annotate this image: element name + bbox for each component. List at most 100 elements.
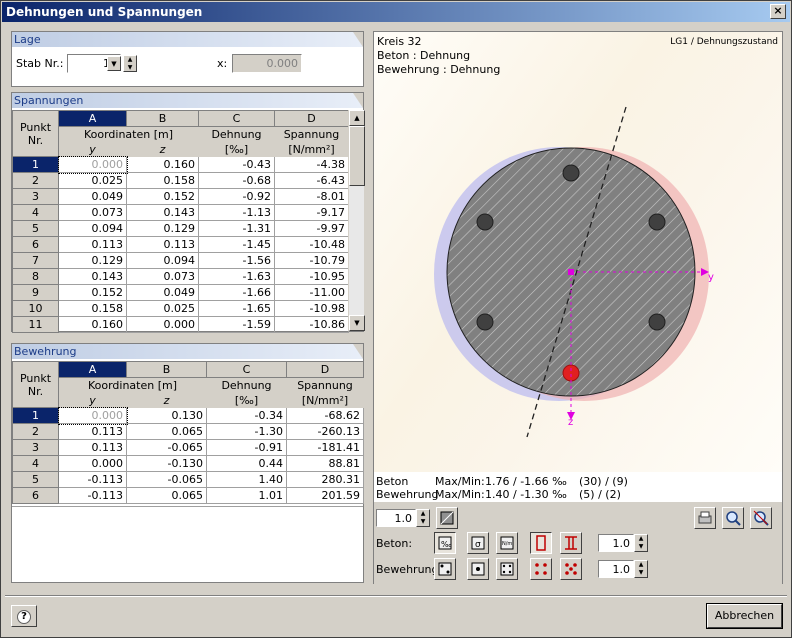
spin-down-icon[interactable]: ▼ — [635, 569, 647, 577]
row-number[interactable]: 3 — [12, 188, 59, 205]
scale-field[interactable]: 1.0 — [376, 509, 416, 527]
table-cell[interactable]: -0.113 — [58, 471, 127, 488]
bew-scale-spinner[interactable]: ▲ ▼ — [634, 560, 648, 578]
stab-dropdown-button[interactable]: ▼ — [107, 56, 121, 71]
beton-ibeam-button[interactable] — [560, 532, 582, 554]
table-cell[interactable]: -1.30 — [206, 423, 287, 440]
row-number[interactable]: 9 — [12, 284, 59, 301]
table-cell[interactable]: 0.113 — [58, 423, 127, 440]
table-cell[interactable]: -1.59 — [198, 316, 275, 333]
table-cell[interactable]: -0.91 — [206, 439, 287, 456]
table-cell[interactable]: 0.113 — [58, 236, 127, 253]
table-row[interactable]: 1 0.000 0.130 -0.34 -68.62 — [12, 406, 364, 425]
col-b-header[interactable]: B — [126, 110, 199, 127]
table-cell[interactable]: -1.66 — [198, 284, 275, 301]
table-row[interactable]: 4 0.073 0.143 -1.13 -9.17 — [12, 204, 349, 221]
table-cell[interactable]: -11.00 — [274, 284, 349, 301]
table-cell[interactable]: 0.025 — [126, 300, 199, 317]
table-row[interactable]: 3 0.113 -0.065 -0.91 -181.41 — [12, 439, 364, 456]
table-cell[interactable]: -6.43 — [274, 172, 349, 189]
col-c-header[interactable]: C — [198, 110, 275, 127]
scale-spinner[interactable]: ▲ ▼ — [416, 509, 430, 527]
row-number[interactable]: 6 — [12, 236, 59, 253]
table-row[interactable]: 8 0.143 0.073 -1.63 -10.95 — [12, 268, 349, 285]
close-button[interactable]: × — [770, 4, 786, 19]
table-row[interactable]: 2 0.113 0.065 -1.30 -260.13 — [12, 423, 364, 440]
bew-values-button[interactable] — [496, 558, 518, 580]
beton-strain-button[interactable]: ‰ — [434, 532, 456, 554]
table-cell[interactable]: -9.97 — [274, 220, 349, 237]
col-a-header[interactable]: A — [58, 361, 127, 378]
table-cell[interactable]: -1.56 — [198, 252, 275, 269]
row-number[interactable]: 11 — [12, 316, 59, 333]
table-cell[interactable]: 0.094 — [58, 220, 127, 237]
graphic-canvas[interactable]: Kreis 32 Beton : Dehnung Bewehrung : Deh… — [374, 32, 782, 472]
spin-up-icon[interactable]: ▲ — [635, 561, 647, 569]
table-cell[interactable]: -0.92 — [198, 188, 275, 205]
beton-scale-field[interactable]: 1.0 — [598, 534, 634, 552]
print-button[interactable] — [694, 507, 716, 529]
table-row[interactable]: 10 0.158 0.025 -1.65 -10.98 — [12, 300, 349, 317]
hatch-toggle-button[interactable] — [436, 507, 458, 529]
table-cell[interactable]: 1.40 — [206, 471, 287, 488]
table-cell[interactable]: 0.000 — [57, 155, 128, 174]
zoom-reset-button[interactable] — [750, 507, 772, 529]
row-number[interactable]: 2 — [12, 423, 59, 440]
table-cell[interactable]: -68.62 — [286, 407, 364, 424]
table-cell[interactable]: -10.48 — [274, 236, 349, 253]
table-row[interactable]: 7 0.129 0.094 -1.56 -10.79 — [12, 252, 349, 269]
table-cell[interactable]: 0.025 — [58, 172, 127, 189]
col-b-header[interactable]: B — [126, 361, 207, 378]
scroll-down-icon[interactable]: ▼ — [349, 315, 365, 331]
bew-grid-button[interactable] — [560, 558, 582, 580]
table-cell[interactable]: -10.95 — [274, 268, 349, 285]
table-row[interactable]: 3 0.049 0.152 -0.92 -8.01 — [12, 188, 349, 205]
table-cell[interactable]: 0.152 — [126, 188, 199, 205]
table-cell[interactable]: 0.049 — [58, 188, 127, 205]
table-row[interactable]: 11 0.160 0.000 -1.59 -10.86 — [12, 316, 349, 333]
table-cell[interactable]: 0.160 — [58, 316, 127, 333]
table-cell[interactable]: 201.59 — [286, 487, 364, 504]
table-cell[interactable]: 0.143 — [58, 268, 127, 285]
beton-stress-button[interactable]: σ — [467, 532, 489, 554]
row-number[interactable]: 3 — [12, 439, 59, 456]
table-cell[interactable]: -0.43 — [198, 156, 275, 173]
beton-scale-spinner[interactable]: ▲ ▼ — [634, 534, 648, 552]
table-cell[interactable]: 88.81 — [286, 455, 364, 472]
col-c-header[interactable]: C — [206, 361, 287, 378]
table-cell[interactable]: 0.073 — [126, 268, 199, 285]
zoom-button[interactable] — [722, 507, 744, 529]
table-cell[interactable]: -0.065 — [126, 471, 207, 488]
scroll-thumb[interactable] — [349, 126, 365, 186]
scroll-up-icon[interactable]: ▲ — [349, 110, 365, 126]
table-cell[interactable]: 0.44 — [206, 455, 287, 472]
table-cell[interactable]: 0.000 — [58, 455, 127, 472]
table-row[interactable]: 5 0.094 0.129 -1.31 -9.97 — [12, 220, 349, 237]
spin-down-icon[interactable]: ▼ — [124, 64, 136, 72]
row-number[interactable]: 5 — [12, 220, 59, 237]
table-row[interactable]: 4 0.000 -0.130 0.44 88.81 — [12, 455, 364, 472]
table-cell[interactable]: 0.129 — [58, 252, 127, 269]
table-row[interactable]: 6 -0.113 0.065 1.01 201.59 — [12, 487, 364, 504]
row-number[interactable]: 4 — [12, 455, 59, 472]
table-cell[interactable]: 0.143 — [126, 204, 199, 221]
table-cell[interactable]: 0.065 — [126, 423, 207, 440]
table-cell[interactable]: -0.113 — [58, 487, 127, 504]
table-cell[interactable]: 0.158 — [126, 172, 199, 189]
stab-spinner[interactable]: ▲ ▼ — [123, 55, 137, 72]
spin-up-icon[interactable]: ▲ — [417, 510, 429, 518]
row-number[interactable]: 6 — [12, 487, 59, 504]
table-cell[interactable]: 0.000 — [57, 406, 128, 425]
table-cell[interactable]: -0.34 — [206, 407, 287, 424]
table-cell[interactable]: -0.130 — [126, 455, 207, 472]
table-cell[interactable]: 1.01 — [206, 487, 287, 504]
table-cell[interactable]: 0.049 — [126, 284, 199, 301]
table-cell[interactable]: -260.13 — [286, 423, 364, 440]
row-number[interactable]: 1 — [12, 407, 59, 424]
table-row[interactable]: 1 0.000 0.160 -0.43 -4.38 — [12, 155, 349, 174]
bew-scale-field[interactable]: 1.0 — [598, 560, 634, 578]
spin-up-icon[interactable]: ▲ — [124, 56, 136, 64]
row-number[interactable]: 2 — [12, 172, 59, 189]
table-cell[interactable]: 0.152 — [58, 284, 127, 301]
table-cell[interactable]: -8.01 — [274, 188, 349, 205]
